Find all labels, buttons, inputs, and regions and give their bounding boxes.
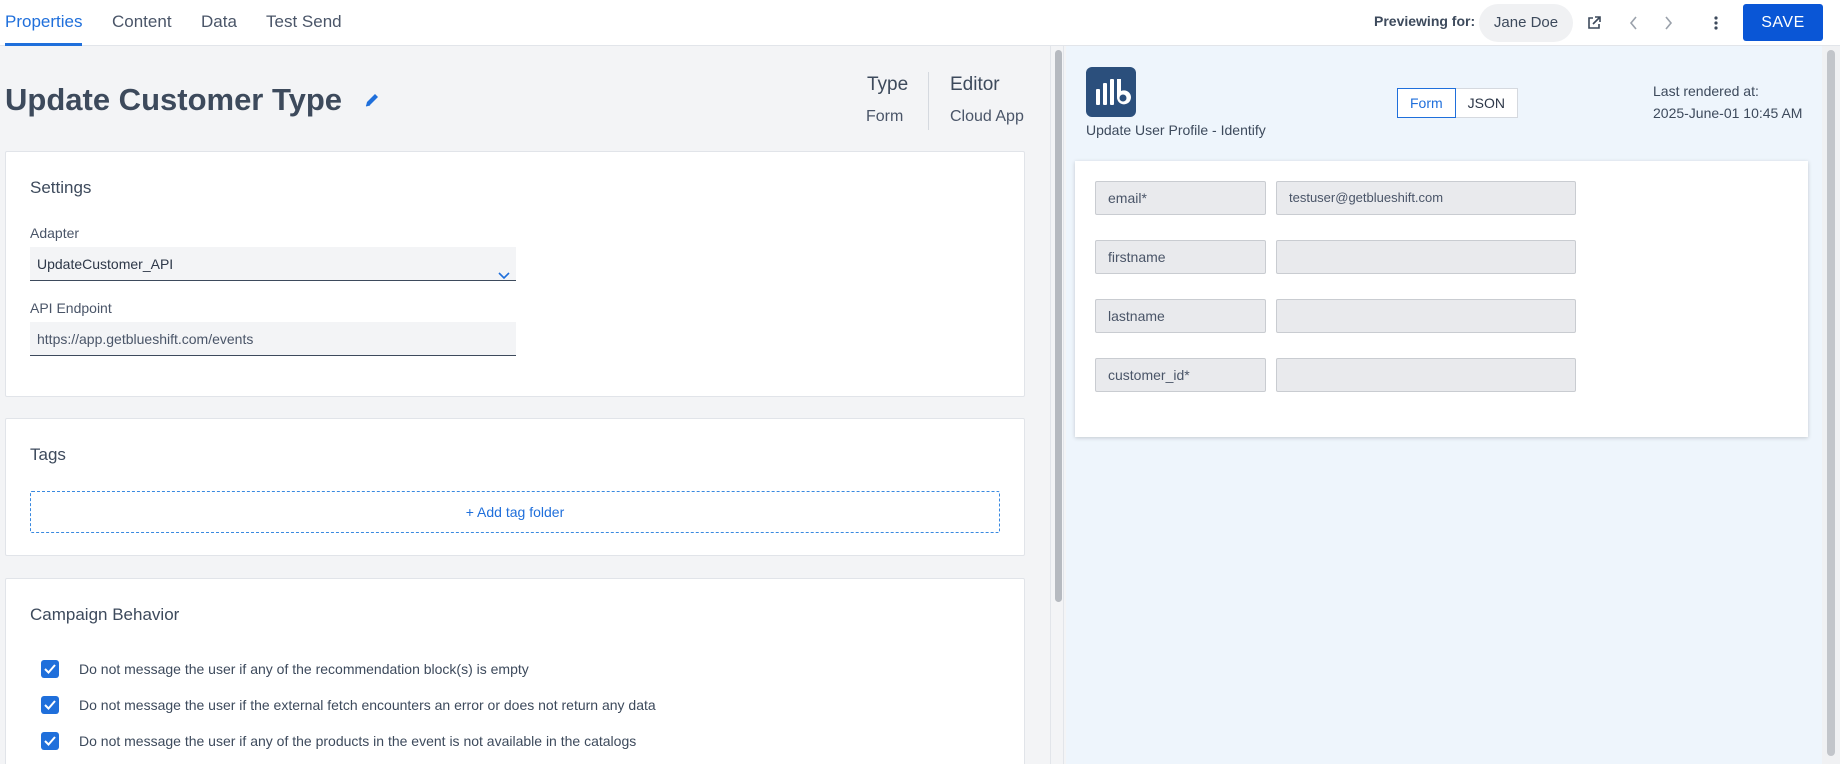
field-key: lastname [1095,299,1266,333]
type-heading: Type [867,74,909,95]
preview-panel: Update User Profile - Identify Form JSON… [1066,46,1822,764]
more-vertical-icon[interactable] [1704,11,1728,35]
endpoint-input[interactable]: https://app.getblueshift.com/events [30,322,516,356]
right-scrollbar-thumb[interactable] [1827,50,1835,756]
toggle-form[interactable]: Form [1397,88,1456,118]
adapter-label: Adapter [30,225,80,241]
field-value[interactable] [1276,358,1576,392]
tab-test-send[interactable]: Test Send [266,0,342,46]
editor-heading: Editor [950,74,1000,95]
behavior-option-label: Do not message the user if any of the pr… [79,733,637,749]
adapter-value: UpdateCustomer_API [37,256,174,272]
field-value[interactable] [1276,240,1576,274]
pencil-icon[interactable] [363,91,381,114]
chevron-left-icon[interactable] [1622,11,1646,35]
campaign-behavior-title: Campaign Behavior [30,605,180,624]
properties-panel: Update Customer Type Type Form Editor Cl… [0,46,1047,764]
right-scrollbar-track[interactable] [1822,46,1840,764]
template-name: Update User Profile - Identify [1086,122,1266,138]
add-tag-folder-button[interactable]: + Add tag folder [30,491,1000,533]
meta-divider [928,72,929,130]
tags-title: Tags [30,445,66,464]
behavior-option-label: Do not message the user if the external … [79,697,656,713]
type-value: Form [866,108,904,125]
app-logo-icon [1086,67,1136,117]
external-link-icon[interactable] [1582,11,1606,35]
checkbox-checked-icon[interactable] [41,696,59,714]
checkbox-checked-icon[interactable] [41,660,59,678]
settings-card: Settings Adapter UpdateCustomer_API API … [5,151,1025,397]
page-title: Update Customer Type [5,82,343,117]
field-key: firstname [1095,240,1266,274]
behavior-option[interactable]: Do not message the user if any of the re… [41,659,529,679]
tab-content[interactable]: Content [112,0,172,46]
left-scrollbar-thumb[interactable] [1055,50,1062,602]
toggle-json[interactable]: JSON [1455,88,1519,118]
preview-user-selector[interactable]: Jane Doe [1479,4,1573,42]
editor-value: Cloud App [950,108,1024,125]
behavior-option-label: Do not message the user if any of the re… [79,661,529,677]
field-value[interactable]: testuser@getblueshift.com [1276,181,1576,215]
checkbox-checked-icon[interactable] [41,732,59,750]
field-key: customer_id* [1095,358,1266,392]
tab-data[interactable]: Data [201,0,237,46]
campaign-behavior-card: Campaign Behavior Do not message the use… [5,578,1025,764]
chevron-down-icon [498,258,510,292]
tab-properties[interactable]: Properties [5,0,83,46]
chevron-right-icon[interactable] [1656,11,1680,35]
previewing-label: Previewing for: [1374,13,1476,29]
behavior-option[interactable]: Do not message the user if any of the pr… [41,731,636,751]
field-value[interactable] [1276,299,1576,333]
form-preview-card: email* testuser@getblueshift.com firstna… [1075,161,1808,437]
last-rendered-label: Last rendered at: [1653,83,1759,99]
adapter-select[interactable]: UpdateCustomer_API [30,247,516,281]
endpoint-label: API Endpoint [30,300,112,316]
top-bar: Properties Content Data Test Send Previe… [0,0,1840,46]
behavior-option[interactable]: Do not message the user if the external … [41,695,656,715]
field-key: email* [1095,181,1266,215]
view-mode-toggle: Form JSON [1397,88,1519,118]
save-button[interactable]: SAVE [1743,4,1823,41]
tags-card: Tags + Add tag folder [5,418,1025,556]
last-rendered-value: 2025-June-01 10:45 AM [1653,105,1803,121]
settings-title: Settings [30,178,92,197]
